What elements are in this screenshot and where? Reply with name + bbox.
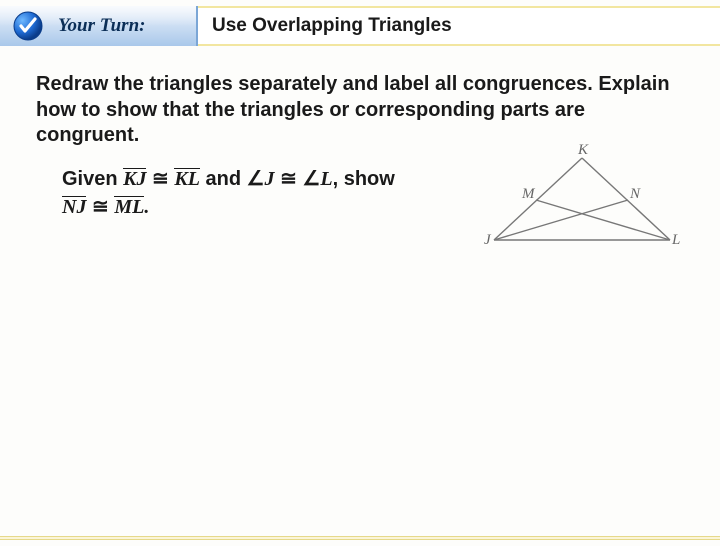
word-given: Given [62,168,118,190]
label-N: N [630,186,640,203]
period: . [144,196,149,218]
your-turn-box: Your Turn: [0,6,198,46]
segment-KL: KL [174,168,200,189]
footer-rule [0,536,720,540]
angle-symbol-2: ∠ [302,168,320,190]
your-turn-label: Your Turn: [58,15,145,37]
congruent-symbol: ≅ [152,168,169,190]
angle-J: J [265,168,275,190]
congruent-symbol-3: ≅ [92,196,109,218]
header-bar: Your Turn: Use Overlapping Triangles [0,6,720,46]
check-icon [12,10,44,42]
label-M: M [522,186,535,203]
segment-NJ: NJ [62,196,86,217]
triangle-figure: K M N J L [480,150,684,248]
title-box: Use Overlapping Triangles [198,6,720,46]
angle-L: L [320,168,332,190]
label-K: K [578,142,588,159]
congruent-symbol-2: ≅ [280,168,297,190]
figure-svg [480,150,684,248]
segment-KJ: KJ [123,168,146,189]
angle-symbol-1: ∠ [247,168,265,190]
comma-show: , show [333,168,395,190]
segment-ML: ML [114,196,144,217]
instruction-text: Redraw the triangles separately and labe… [36,72,684,149]
word-and: and [200,168,247,190]
label-J: J [484,232,491,249]
given-text: Given KJ ≅ KL and ∠J ≅ ∠L, show NJ ≅ ML. [62,165,395,221]
label-L: L [672,232,680,249]
slide-title: Use Overlapping Triangles [212,15,452,37]
